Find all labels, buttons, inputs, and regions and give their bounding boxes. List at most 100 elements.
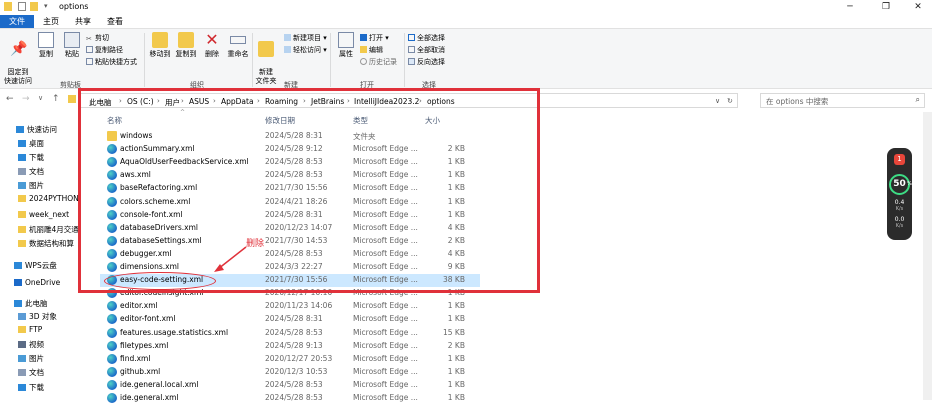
select-all-icon [408, 34, 415, 41]
invert-selection-button[interactable]: 反向选择 [408, 57, 445, 67]
sidebar-item[interactable]: 此电脑 [14, 298, 48, 309]
new-item-button[interactable]: 新建项目 ▾ [284, 33, 327, 43]
sidebar-item[interactable]: FTP [18, 325, 42, 334]
search-input[interactable]: 在 options 中搜索 [766, 96, 828, 107]
pin-quick-access-button[interactable]: 📌 固定到 快速访问 [4, 32, 32, 86]
sidebar-item-label: OneDrive [25, 278, 61, 287]
file-type: Microsoft Edge ... [353, 393, 418, 402]
edge-file-icon [107, 314, 117, 325]
sidebar-item[interactable]: 快速访问 [16, 124, 57, 135]
copy-button[interactable]: 复制 [32, 32, 60, 59]
sidebar-item[interactable]: 文档 [18, 367, 44, 378]
easy-access-button[interactable]: 轻松访问 ▾ [284, 45, 327, 55]
new-folder-button[interactable]: 新建 文件夹 [252, 32, 280, 86]
properties-button[interactable]: 属性 [332, 32, 360, 59]
file-type: Microsoft Edge ... [353, 327, 418, 337]
forward-arrow-icon[interactable]: → [22, 94, 30, 104]
pin-icon: 📌 [10, 41, 28, 57]
sidebar-item[interactable]: 数据结构和算 [18, 238, 74, 249]
file-row[interactable]: filetypes.xml 2024/5/28 9:13 Microsoft Edg… [100, 340, 480, 353]
rename-button[interactable]: 重命名 [224, 32, 252, 59]
copy-path-button[interactable]: 复制路径 [86, 45, 123, 55]
back-arrow-icon[interactable]: ← [6, 94, 14, 104]
sidebar-item[interactable]: 3D 对象 [18, 311, 57, 322]
sidebar-item[interactable]: 文档 [18, 166, 44, 177]
file-row[interactable]: features.usage.statistics.xml 2024/5/28 8… [100, 327, 480, 340]
system-monitor-widget[interactable]: 1 50 % 0.4 K/s 0.0 K/s [887, 148, 912, 240]
ribbon-tabs: 文件 主页 共享 查看 [0, 14, 932, 28]
search-box[interactable]: 在 options 中搜索 ⌕ [760, 93, 925, 108]
sidebar-item-label: week_next [29, 210, 70, 219]
select-none-button[interactable]: 全部取消 [408, 45, 445, 55]
close-button[interactable]: ✕ [908, 1, 928, 13]
sidebar-item[interactable]: 视频 [18, 339, 44, 350]
sidebar-item[interactable]: OneDrive [14, 278, 60, 287]
sidebar-item-label: 下载 [29, 383, 44, 392]
tab-share[interactable]: 共享 [70, 15, 96, 28]
properties-quick-icon[interactable] [18, 2, 26, 11]
select-all-button[interactable]: 全部选择 [408, 33, 445, 43]
move-to-button[interactable]: 移动到 [146, 32, 174, 59]
window-title: options [59, 2, 89, 11]
folder-icon [18, 326, 26, 333]
edge-file-icon [107, 379, 117, 390]
delete-x-icon: ✕ [205, 30, 219, 49]
chevron-down-icon[interactable]: ∨ [715, 97, 720, 105]
folder-icon [18, 240, 26, 247]
download-icon [18, 384, 26, 391]
tab-home[interactable]: 主页 [38, 15, 64, 28]
sidebar-item[interactable]: 下载 [18, 382, 44, 393]
history-button[interactable]: 历史记录 [360, 57, 397, 67]
edit-button[interactable]: 编辑 [360, 45, 383, 55]
file-type: Microsoft Edge ... [353, 366, 418, 376]
sidebar-item-label: 2024PYTHON [29, 194, 79, 203]
delete-button[interactable]: ✕ 删除 [198, 32, 226, 59]
paste-button[interactable]: 粘贴 [58, 32, 86, 59]
maximize-button[interactable]: ❐ [876, 1, 896, 13]
tab-view[interactable]: 查看 [102, 15, 128, 28]
sidebar-item[interactable]: 机丽雕4月交通 [18, 224, 79, 235]
file-row[interactable]: github.xml 2020/12/3 10:53 Microsoft Edge … [100, 366, 480, 379]
cut-button[interactable]: ✂ 剪切 [86, 33, 109, 43]
picture-icon [18, 182, 26, 189]
sidebar-item[interactable]: 下载 [18, 152, 44, 163]
download-icon [18, 154, 26, 161]
sidebar-item[interactable]: 桌面 [18, 138, 44, 149]
file-date: 2020/12/3 10:53 [265, 366, 328, 376]
search-icon[interactable]: ⌕ [916, 95, 920, 105]
sidebar-item[interactable]: WPS云盘 [14, 260, 57, 271]
scrollbar[interactable] [923, 112, 932, 400]
onedrive-icon [14, 279, 22, 286]
file-row[interactable]: ide.general.local.xml 2024/5/28 8:53 Micro… [100, 379, 480, 392]
widget-badge: 1 [897, 155, 902, 163]
file-row[interactable]: editor.xml 2020/11/23 14:06 Microsoft Edge… [100, 300, 480, 313]
new-folder-quick-icon[interactable] [30, 2, 38, 11]
annotation-highlight-box [78, 88, 540, 293]
open-button[interactable]: 打开 ▾ [360, 33, 389, 43]
file-row[interactable]: find.xml 2020/12/27 20:53 Microsoft Edge .… [100, 353, 480, 366]
minimize-button[interactable]: ─ [840, 1, 860, 13]
file-row[interactable]: editor-font.xml 2024/5/28 8:31 Microsoft E… [100, 313, 480, 326]
easy-access-icon [284, 46, 291, 53]
sidebar-item[interactable]: 图片 [18, 180, 44, 191]
tab-file[interactable]: 文件 [0, 15, 34, 28]
chevron-down-icon[interactable]: ▾ [44, 2, 52, 11]
file-row[interactable]: ide.general.xml 2024/5/28 8:53 Microsoft E… [100, 392, 480, 405]
file-name: github.xml [120, 366, 161, 376]
sidebar-item[interactable]: 2024PYTHON [18, 194, 79, 203]
cube-icon [18, 313, 26, 320]
sidebar-item[interactable]: 图片 [18, 353, 44, 364]
paste-shortcut-button[interactable]: 粘贴快捷方式 [86, 57, 137, 67]
sidebar-item-label: 快速访问 [27, 125, 57, 134]
sidebar-item-label: 数据结构和算 [29, 239, 74, 248]
up-arrow-icon[interactable]: ↑ [52, 94, 60, 104]
refresh-icon[interactable]: ↻ [727, 97, 733, 105]
file-name: ide.general.xml [120, 393, 179, 402]
copy-to-button[interactable]: 复制到 [172, 32, 200, 59]
widget-up-speed: 0.4 [894, 199, 905, 206]
sidebar-item[interactable]: week_next [18, 210, 69, 219]
recent-locations-icon[interactable]: ∨ [38, 94, 43, 102]
file-size: 2 KB [447, 340, 465, 350]
sidebar-item-label: WPS云盘 [25, 261, 57, 270]
document-icon [18, 168, 26, 175]
